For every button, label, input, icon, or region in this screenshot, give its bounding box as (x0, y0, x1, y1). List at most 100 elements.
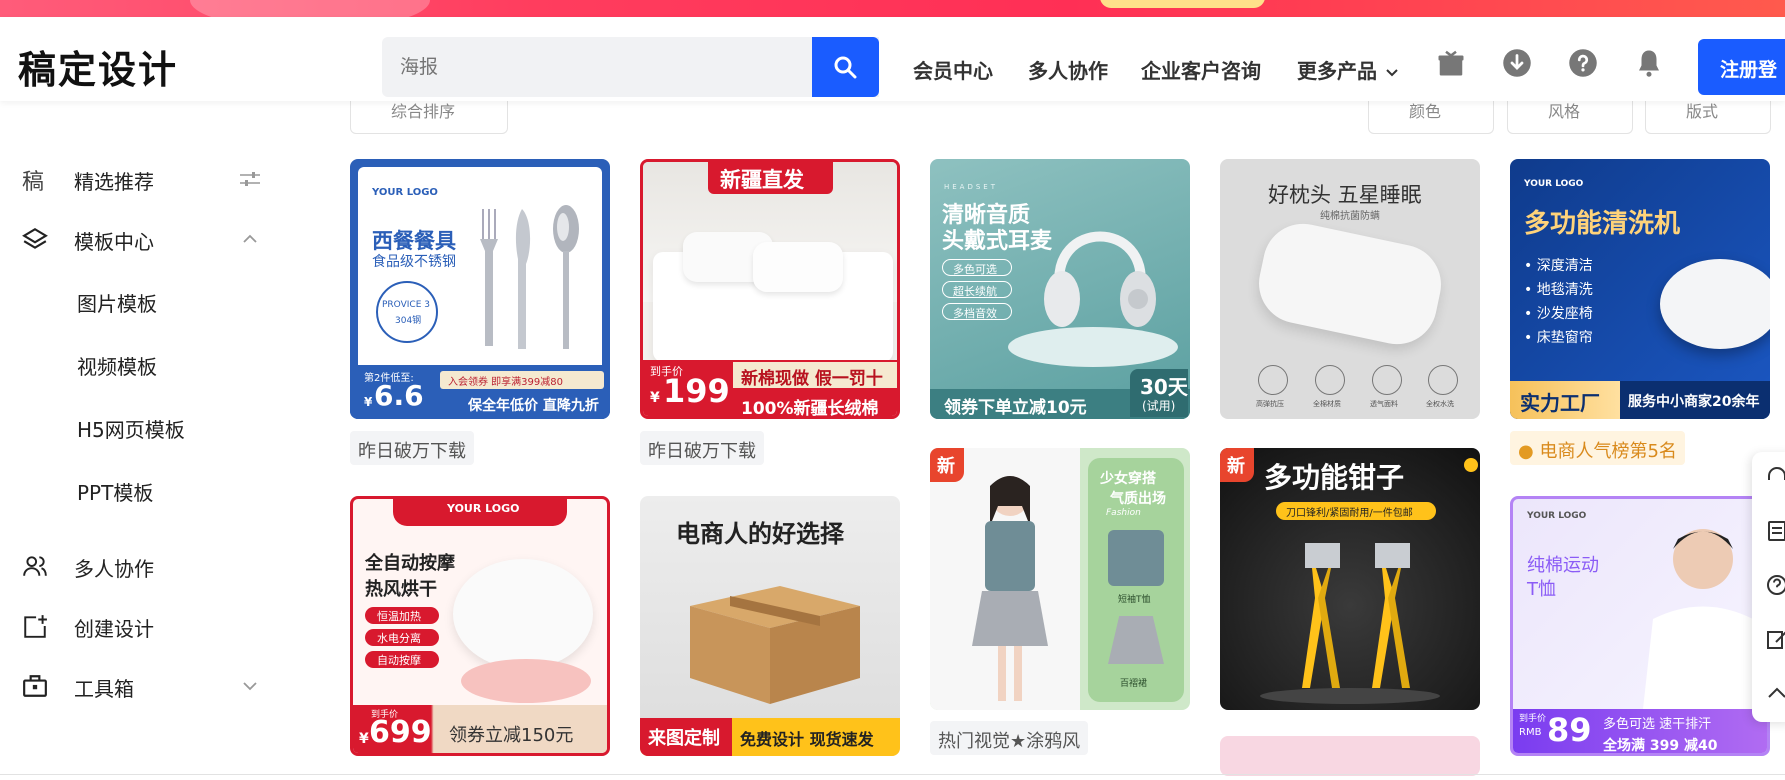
filter-color[interactable]: 颜色 (1368, 96, 1494, 134)
card-tag: 热门视觉★涂鸦风 (930, 721, 1089, 755)
register-login-button[interactable]: 注册登 (1698, 39, 1785, 95)
trial-badge: 30天 (试用) (1130, 369, 1188, 417)
seal-text: PROVICE 3 (382, 300, 430, 310)
card-footer-text: 领券下单立减10元 (944, 398, 1087, 418)
pillow-shape (753, 242, 843, 292)
layers-icon (22, 227, 48, 249)
nav-collaboration[interactable]: 多人协作 (1028, 55, 1108, 84)
gift-icon[interactable] (1436, 48, 1466, 78)
footbath-base (461, 659, 591, 703)
headset-support-icon[interactable] (1766, 466, 1785, 488)
sidebar-item-label: 视频模板 (77, 355, 157, 379)
promo-banner[interactable] (0, 0, 1785, 17)
download-icon[interactable] (1502, 48, 1532, 78)
card-title: 多功能清洗机 (1524, 209, 1681, 239)
template-card-pliers[interactable]: 新 多功能钳子 刀口锋利/紧固耐用/一件包邮 (1220, 448, 1480, 710)
sidebar-item-create-design[interactable]: 创建设计 (0, 603, 280, 647)
card-price: 699 (369, 715, 432, 750)
card-script: Fashion (1106, 508, 1141, 518)
help-icon[interactable] (1568, 48, 1598, 78)
sidebar-item-featured[interactable]: 稿 精选推荐 (0, 156, 280, 200)
sidebar-item-ppt-templates[interactable]: PPT模板 (0, 467, 280, 511)
card-title-1: 纯棉运动 (1527, 555, 1599, 576)
card-title-2: 气质出场 (1110, 491, 1166, 507)
filter-sort[interactable]: 综合排序 (350, 96, 508, 134)
add-design-icon (24, 615, 47, 638)
template-card-tshirt[interactable]: YOUR LOGO 纯棉运动 T恤 到手价 RMB 89 多色可选 速干排汗 全… (1510, 496, 1770, 756)
document-icon[interactable] (1766, 520, 1785, 542)
bell-icon[interactable] (1634, 48, 1664, 78)
bullet-text: 深度清洁 (1536, 258, 1593, 274)
bullet-item: • 地毯清洗 (1524, 282, 1593, 298)
template-card-partial[interactable] (1220, 736, 1480, 776)
price-currency: RMB (1519, 727, 1542, 738)
feature-label: 高弹抗压 (1256, 400, 1284, 408)
promo-button[interactable] (1100, 0, 1265, 8)
sidebar-item-templates[interactable]: 模板中心 (0, 216, 280, 260)
template-card-fashion[interactable]: 新 少女穿搭 气质出场 Fashion 短袖T恤 百褶裙 (930, 448, 1190, 710)
gao-icon: 稿 (22, 170, 45, 195)
card-title-1: 少女穿搭 (1100, 471, 1156, 487)
search-box (382, 37, 879, 97)
footbath-illustration (453, 559, 593, 669)
question-icon[interactable] (1766, 574, 1785, 596)
brand-logo[interactable]: 稿定设计 (18, 39, 178, 94)
template-card-box[interactable]: 电商人的好选择 来图定制 免费设计 现货速发 (640, 496, 900, 756)
search-icon (834, 56, 857, 79)
card-tag: 昨日破万下载 (350, 431, 474, 465)
sliders-icon[interactable] (240, 170, 260, 188)
card-title: 多功能钳子 (1264, 461, 1405, 494)
chevron-down-icon[interactable] (240, 677, 260, 695)
filter-style[interactable]: 风格 (1507, 96, 1633, 134)
template-card-footbath[interactable]: YOUR LOGO 全自动按摩 热风烘干 恒温加热 水电分离 自动按摩 到手价 … (350, 496, 610, 756)
sidebar-item-label: 创建设计 (74, 617, 154, 641)
card-logo: YOUR LOGO (1527, 511, 1587, 521)
feature-icon (1428, 365, 1458, 395)
search-input[interactable] (400, 37, 780, 97)
filter-layout[interactable]: 版式 (1645, 96, 1771, 134)
card-tag: 昨日破万下载 (640, 431, 764, 465)
feature-chip: 多档音效 (942, 303, 1012, 320)
divider (0, 774, 1785, 775)
card-line-1: 多色可选 速干排汗 (1603, 717, 1712, 732)
filter-layout-label: 版式 (1686, 102, 1719, 121)
card-footer-text: 领券立减150元 (449, 725, 574, 746)
sidebar-item-image-templates[interactable]: 图片模板 (0, 278, 280, 322)
new-badge: 新 (930, 448, 964, 482)
sidebar-item-label: H5网页模板 (77, 418, 185, 442)
edit-icon[interactable] (1766, 628, 1785, 650)
template-card-pillow[interactable]: 好枕头 五星睡眠 纯棉抗菌防螨 高弹抗压 全棉材质 透气面料 全权水洗 (1220, 159, 1480, 419)
sidebar-item-h5-templates[interactable]: H5网页模板 (0, 404, 280, 448)
template-card-washer[interactable]: YOUR LOGO 多功能清洗机 • 深度清洁 • 地毯清洗 • 沙发座椅 • … (1510, 159, 1770, 419)
sidebar-item-collaboration[interactable]: 多人协作 (0, 543, 280, 587)
card-logo: YOUR LOGO (1524, 179, 1584, 189)
chevron-down-icon (1386, 69, 1398, 77)
feature-icon (1315, 365, 1345, 395)
nav-member-center[interactable]: 会员中心 (913, 55, 993, 84)
chevron-up-icon[interactable] (240, 230, 260, 248)
sidebar-item-label: 多人协作 (74, 557, 154, 581)
template-card-headset[interactable]: HEADSET 清晰音质 头戴式耳麦 多色可选 超长续航 多档音效 领券下单立减… (930, 159, 1190, 419)
nav-enterprise-consult[interactable]: 企业客户咨询 (1141, 55, 1261, 84)
stand (1260, 688, 1440, 704)
nav-more-products-label: 更多产品 (1297, 59, 1377, 83)
search-button[interactable] (812, 37, 879, 97)
cardboard-box-illustration (690, 586, 860, 704)
robot-vacuum-illustration (1660, 259, 1770, 349)
nav-more-products[interactable]: 更多产品 (1297, 55, 1398, 84)
new-badge: 新 (1220, 448, 1254, 482)
card-subtitle: 食品级不锈钢 (372, 254, 456, 270)
product-label: 百褶裙 (1120, 679, 1148, 689)
sidebar-item-video-templates[interactable]: 视频模板 (0, 341, 280, 385)
cutlery-illustration (480, 205, 579, 349)
card-banner: 新疆直发 (708, 162, 833, 194)
sidebar-item-toolbox[interactable]: 工具箱 (0, 663, 280, 707)
back-to-top-icon[interactable] (1766, 682, 1785, 704)
template-card-bedding[interactable]: 新疆直发 到手价 ¥ 199 新棉现做 假一罚十 100%新疆长绒棉 (640, 159, 900, 419)
toolbox-icon (23, 675, 47, 697)
card-price: 89 (1547, 711, 1592, 749)
bullet-text: 地毯清洗 (1536, 282, 1593, 298)
feature-chip: 自动按摩 (365, 651, 439, 668)
template-card-tableware[interactable]: YOUR LOGO 西餐餐具 食品级不锈钢 PROVICE 3 304钢 第2件… (350, 159, 610, 419)
card-tag-text: 电商人气榜第5名 (1539, 441, 1677, 462)
